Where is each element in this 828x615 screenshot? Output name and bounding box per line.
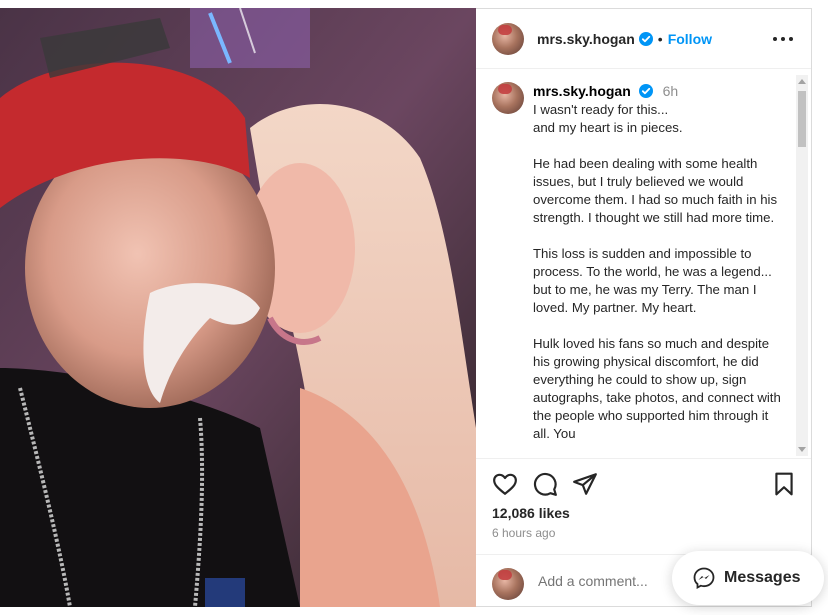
post-details-panel: mrs.sky.hogan • Follow mrs.sky.hogan 6h bbox=[476, 8, 812, 607]
caption-scroll-area[interactable]: mrs.sky.hogan 6h I wasn't ready for this… bbox=[476, 70, 811, 458]
follow-button[interactable]: Follow bbox=[668, 31, 712, 47]
messages-button[interactable]: Messages bbox=[672, 551, 824, 605]
likes-count[interactable]: 12,086 likes bbox=[492, 505, 570, 521]
author-username[interactable]: mrs.sky.hogan bbox=[537, 31, 635, 47]
messages-label: Messages bbox=[724, 569, 801, 586]
caption-time[interactable]: 6h bbox=[663, 83, 679, 99]
messenger-icon bbox=[693, 567, 715, 590]
instagram-post-modal: mrs.sky.hogan • Follow mrs.sky.hogan 6h bbox=[0, 0, 828, 615]
caption-text: I wasn't ready for this... and my heart … bbox=[533, 102, 781, 441]
photo-illustration bbox=[0, 8, 476, 607]
bookmark-icon[interactable] bbox=[771, 471, 797, 497]
verified-badge-icon bbox=[638, 31, 653, 46]
post-photo[interactable] bbox=[0, 8, 476, 607]
more-options-icon[interactable] bbox=[771, 29, 795, 49]
separator-dot: • bbox=[657, 30, 663, 47]
caption-header: mrs.sky.hogan 6h bbox=[533, 83, 678, 99]
posted-time[interactable]: 6 hours ago bbox=[492, 526, 555, 540]
verified-badge-icon bbox=[638, 84, 653, 98]
viewer-avatar bbox=[492, 568, 524, 600]
scroll-up-arrow-icon[interactable] bbox=[798, 79, 806, 84]
caption-scrollbar[interactable] bbox=[796, 75, 808, 456]
post-header: mrs.sky.hogan • Follow bbox=[476, 9, 811, 69]
scrollbar-thumb[interactable] bbox=[798, 91, 806, 147]
caption-author-avatar[interactable] bbox=[492, 82, 524, 114]
author-avatar[interactable] bbox=[492, 22, 524, 55]
comment-icon[interactable] bbox=[532, 471, 558, 497]
heart-icon[interactable] bbox=[492, 471, 518, 497]
caption-username[interactable]: mrs.sky.hogan bbox=[533, 83, 631, 99]
send-icon[interactable] bbox=[572, 471, 598, 497]
scroll-down-arrow-icon[interactable] bbox=[798, 447, 806, 452]
